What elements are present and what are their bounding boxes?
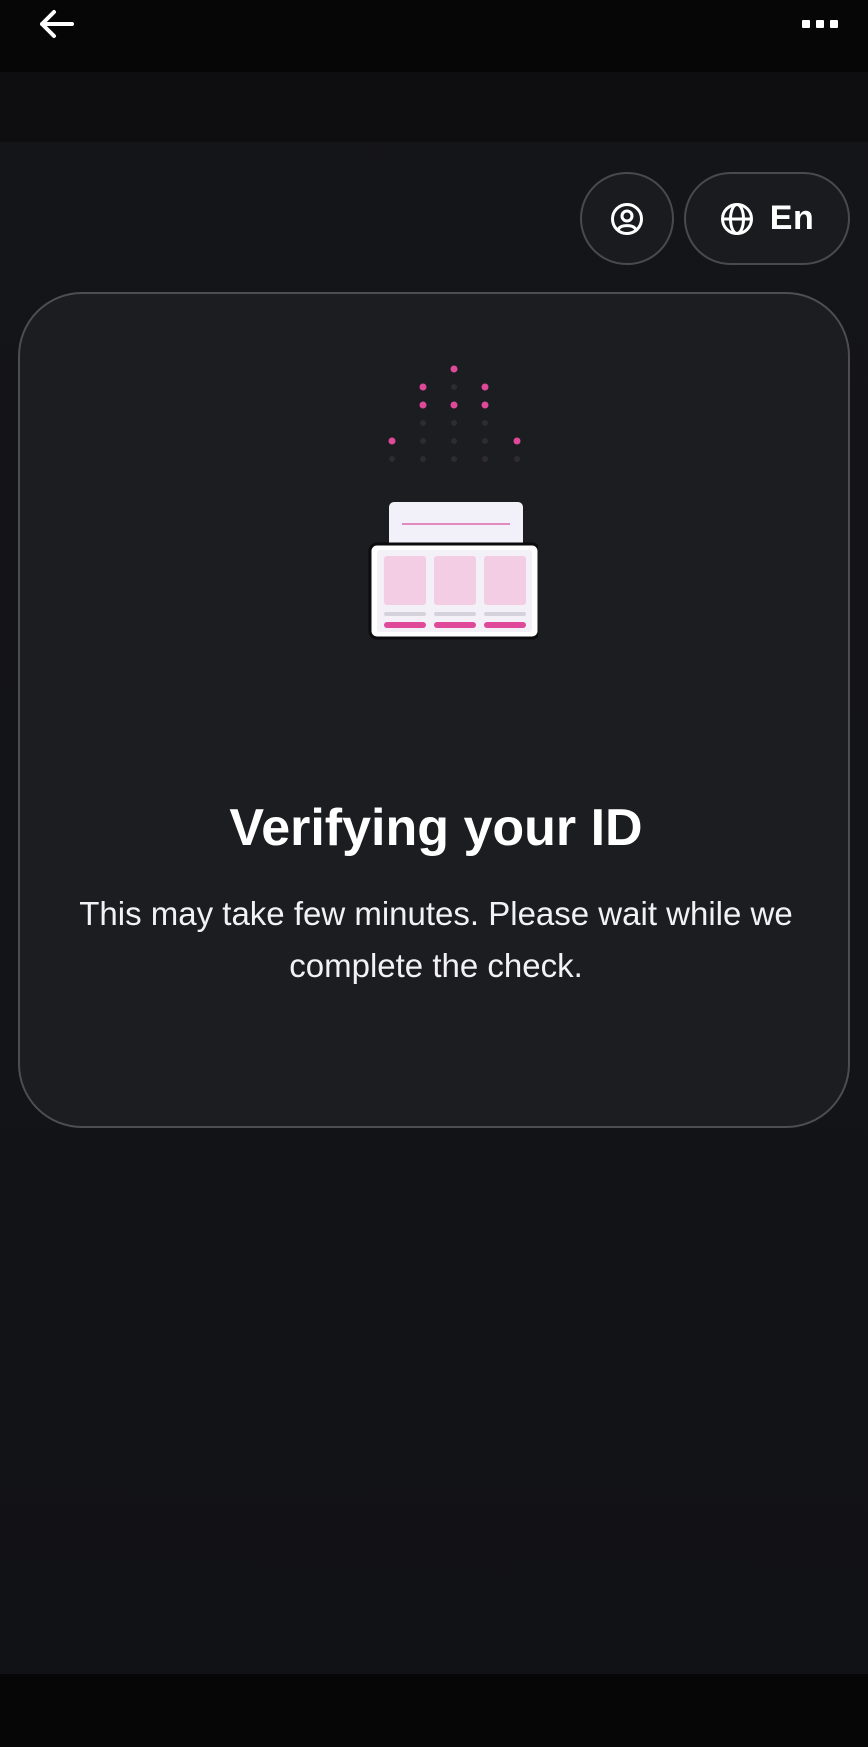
header-strip bbox=[0, 72, 868, 142]
language-selector[interactable]: En bbox=[684, 172, 850, 265]
arrow-left-icon bbox=[40, 10, 74, 38]
scan-dots bbox=[388, 365, 521, 462]
verification-status-card: Verifying your ID This may take few minu… bbox=[18, 292, 850, 1128]
document-scan-illustration bbox=[368, 365, 538, 640]
verification-page: En Verifying your ID This may take few m… bbox=[0, 0, 868, 1747]
back-button[interactable] bbox=[34, 4, 78, 44]
status-message: This may take few minutes. Please wait w… bbox=[79, 895, 793, 984]
user-circle-icon bbox=[611, 202, 643, 235]
status-title: Verifying your ID bbox=[229, 799, 643, 857]
profile-button[interactable] bbox=[580, 172, 674, 265]
globe-icon bbox=[720, 202, 753, 235]
bottom-navigation-bar bbox=[0, 1674, 868, 1747]
more-options-button[interactable] bbox=[798, 6, 842, 42]
more-horizontal-icon bbox=[802, 20, 838, 28]
language-label: En bbox=[769, 199, 815, 237]
top-app-bar bbox=[0, 0, 868, 72]
